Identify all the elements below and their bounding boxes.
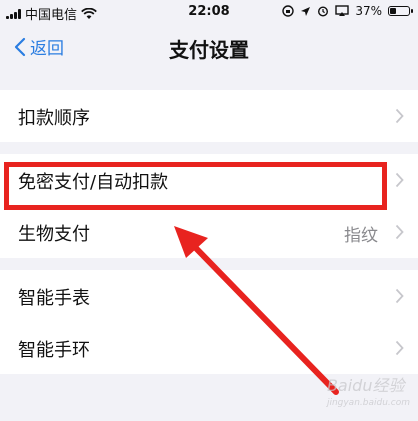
watermark-text: Baidu经验 <box>326 376 405 395</box>
section-gap <box>0 142 418 154</box>
navigation-bar: 返回 支付设置 <box>0 26 418 70</box>
row-password-free-payment[interactable]: 免密支付/自动扣款 <box>0 154 418 206</box>
row-label: 智能手表 <box>18 288 90 309</box>
chevron-right-icon <box>395 340 404 356</box>
rotation-lock-icon <box>282 5 295 17</box>
location-icon <box>301 6 311 16</box>
battery-percent: 37% <box>355 4 382 18</box>
row-deduction-order[interactable]: 扣款顺序 <box>0 90 418 142</box>
chevron-right-icon <box>395 172 404 188</box>
settings-list: 扣款顺序 免密支付/自动扣款 生物支付 指纹 智能手表 智能手环 <box>0 90 418 374</box>
status-right: 37% <box>282 4 413 18</box>
battery-level <box>390 8 397 14</box>
battery-icon <box>388 6 413 16</box>
chevron-right-icon <box>395 108 404 124</box>
row-label: 智能手环 <box>18 340 90 361</box>
page-title: 支付设置 <box>169 38 249 62</box>
chevron-right-icon <box>395 224 404 240</box>
alarm-icon <box>318 6 329 17</box>
status-bar: 中国电信 22:08 37% <box>0 0 418 26</box>
row-smart-watch[interactable]: 智能手表 <box>0 270 418 322</box>
row-label: 扣款顺序 <box>18 108 90 129</box>
row-smart-band[interactable]: 智能手环 <box>0 322 418 374</box>
chevron-right-icon <box>395 288 404 304</box>
row-label: 免密支付/自动扣款 <box>18 172 169 193</box>
baidu-watermark: Baidu经验 jingyan.baidu.com <box>327 372 410 408</box>
watermark-url: jingyan.baidu.com <box>326 398 410 408</box>
row-biometric-payment[interactable]: 生物支付 指纹 <box>0 206 418 258</box>
screen-mirror-icon <box>335 5 350 16</box>
section-gap <box>0 258 418 270</box>
row-value: 指纹 <box>344 226 378 246</box>
row-label: 生物支付 <box>18 224 90 245</box>
